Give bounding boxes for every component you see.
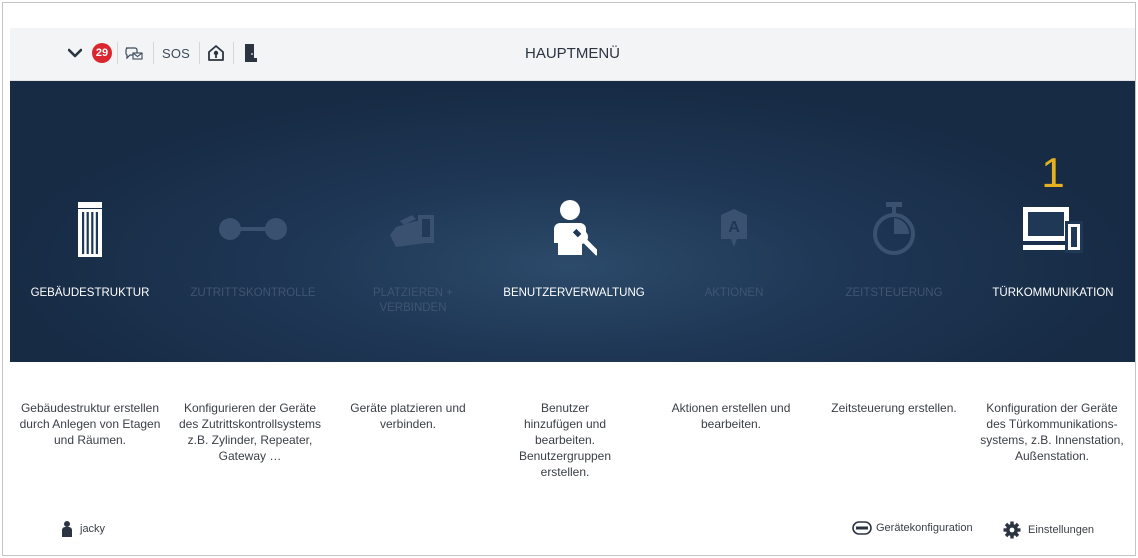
placing-icon xyxy=(333,199,493,259)
device-config-icon xyxy=(852,521,872,535)
tile-tuerkommunikation[interactable]: 1 TÜRKOMMUNIKATION xyxy=(973,81,1133,362)
tile-label: GEBÄUDESTRUKTUR xyxy=(30,287,150,299)
building-icon xyxy=(10,199,170,259)
user-account[interactable]: jacky xyxy=(62,521,105,537)
tile-benutzerverwaltung[interactable]: BENUTZERVERWALTUNG xyxy=(494,81,654,362)
tile-label: PLATZIEREN + VERBINDEN xyxy=(373,287,453,314)
description-platzieren: Geräte platzieren und verbinden. xyxy=(350,401,466,431)
tile-zeitsteuerung[interactable]: ZEITSTEUERUNG xyxy=(814,81,974,362)
description-aktionen: Aktionen erstellen und bearbeiten. xyxy=(671,401,791,431)
tile-count: 1 xyxy=(1041,149,1065,196)
settings-button[interactable]: Einstellungen xyxy=(1003,521,1094,539)
top-bar: 29 SOS HAUPTMENÜ xyxy=(10,28,1135,81)
user-name: jacky xyxy=(80,523,106,535)
description-zutrittskontrolle: Konfigurieren der Geräte des Zutrittskon… xyxy=(178,401,322,463)
user-management-icon xyxy=(494,199,654,259)
gear-icon xyxy=(1003,521,1021,539)
actions-icon: A xyxy=(654,199,814,259)
description-tuerkommunikation: Konfiguration der Geräte des Türkommunik… xyxy=(980,401,1124,463)
tile-platzieren-verbinden[interactable]: PLATZIEREN + VERBINDEN xyxy=(333,81,493,362)
main-menu-panel: GEBÄUDESTRUKTUR ZUTRITTSKONTROLLE PLATZI… xyxy=(10,81,1135,362)
tile-label: ZUTRITTSKONTROLLE xyxy=(190,287,316,299)
description-zeitsteuerung: Zeitsteuerung erstellen. xyxy=(831,401,957,415)
tile-gebaeudestruktur[interactable]: GEBÄUDESTRUKTUR xyxy=(10,81,170,362)
tile-label: BENUTZERVERWALTUNG xyxy=(503,287,645,299)
tile-label: ZEITSTEUERUNG xyxy=(845,287,943,299)
page-title: HAUPTMENÜ xyxy=(524,45,620,62)
door-communication-icon xyxy=(973,199,1133,259)
description-gebaeudestruktur: Gebäudestruktur erstellen durch Anlegen … xyxy=(19,401,161,447)
tile-zutrittskontrolle[interactable]: ZUTRITTSKONTROLLE xyxy=(173,81,333,362)
user-icon xyxy=(62,521,72,537)
description-benutzerverwaltung: Benutzer hinzufügen und bearbeiten. Benu… xyxy=(518,401,612,479)
tile-label: AKTIONEN xyxy=(704,287,764,299)
settings-label: Einstellungen xyxy=(1028,524,1095,536)
device-config-button[interactable]: Gerätekonfiguration xyxy=(852,521,973,535)
tile-label: TÜRKOMMUNIKATION xyxy=(992,287,1114,299)
timer-icon xyxy=(814,199,974,259)
svg-text:A: A xyxy=(728,219,740,236)
device-config-label: Gerätekonfiguration xyxy=(876,522,973,534)
access-control-icon xyxy=(173,199,333,259)
tile-aktionen[interactable]: A AKTIONEN xyxy=(654,81,814,362)
